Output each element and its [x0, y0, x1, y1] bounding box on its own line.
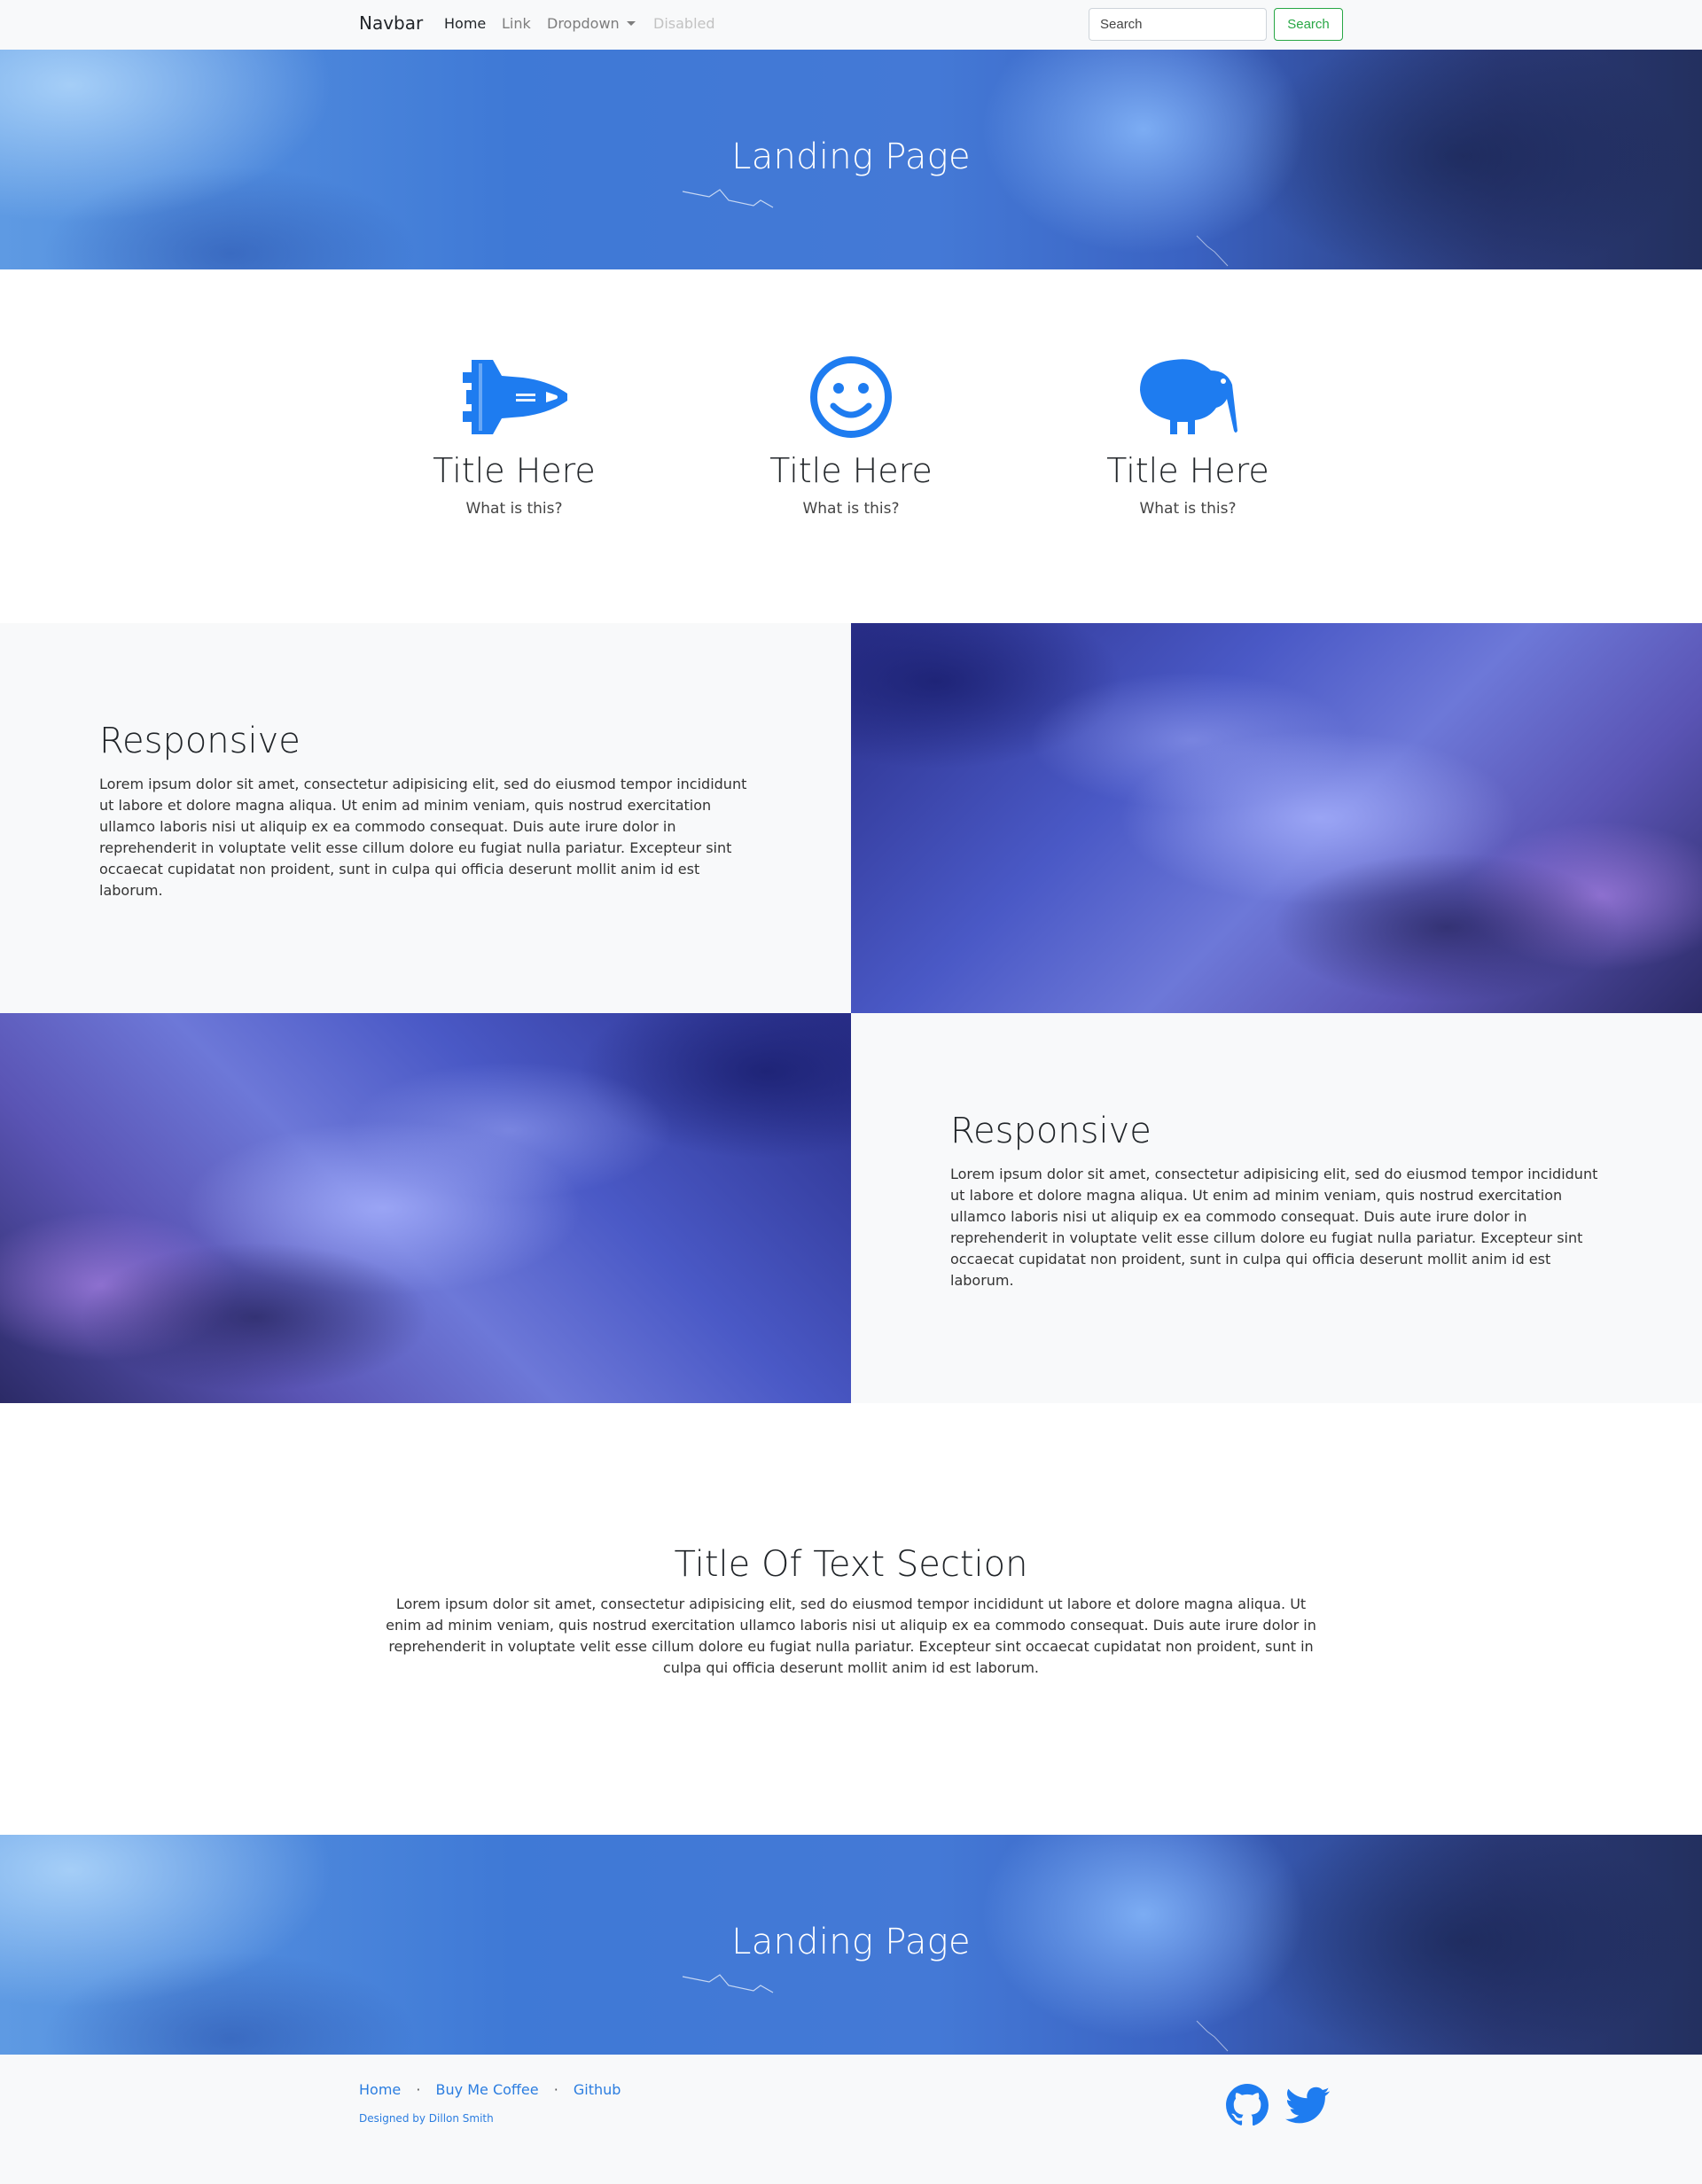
hero-title: Landing Page [731, 136, 971, 177]
split-body: Lorem ipsum dolor sit amet, consectetur … [99, 776, 747, 899]
feature-text: What is this? [1139, 500, 1237, 518]
footer-separator: · [553, 2081, 558, 2098]
feature-text: What is this? [465, 500, 563, 518]
split-heading: Responsive [99, 721, 301, 761]
split-section-1: Responsive Lorem ipsum dolor sit amet, c… [0, 623, 1702, 1013]
split-text-panel: Responsive Lorem ipsum dolor sit amet, c… [0, 623, 851, 1013]
feature-title: Title Here [769, 451, 933, 490]
search-button[interactable]: Search [1274, 8, 1343, 41]
split-section-2: Responsive Lorem ipsum dolor sit amet, c… [0, 1013, 1702, 1403]
footer-links: Home · Buy Me Coffee · Github [359, 2081, 621, 2098]
nav-link-disabled: Disabled [653, 15, 715, 32]
text-section-body: Lorem ipsum dolor sit amet, consectetur … [386, 1595, 1316, 1676]
footer-link-buy-me-coffee[interactable]: Buy Me Coffee [436, 2081, 539, 2098]
split-heading: Responsive [950, 1111, 1152, 1151]
feature-title: Title Here [433, 451, 596, 490]
github-icon[interactable] [1225, 2083, 1269, 2127]
hero-title: Landing Page [731, 1922, 971, 1962]
footer: Home · Buy Me Coffee · Github Designed b… [0, 2055, 1702, 2184]
twitter-icon[interactable] [1285, 2083, 1330, 2127]
nav-dropdown-label: Dropdown [547, 15, 620, 32]
split-text-panel: Responsive Lorem ipsum dolor sit amet, c… [851, 1013, 1702, 1403]
search-input[interactable] [1089, 8, 1267, 41]
navbar: Navbar Home Link Dropdown Disabled Searc… [0, 0, 1702, 50]
feature-card: Title Here What is this? [1028, 355, 1347, 518]
feature-card: Title Here What is this? [691, 355, 1011, 518]
nav-link-link[interactable]: Link [502, 15, 531, 32]
footer-credit: Designed by Dillon Smith [359, 2112, 494, 2125]
footer-separator: · [416, 2081, 421, 2098]
storm-clouds-image [0, 1013, 851, 1403]
footer-link-github[interactable]: Github [574, 2081, 621, 2098]
footer-link-home[interactable]: Home [359, 2081, 401, 2098]
hero-banner-top: Landing Page [0, 50, 1702, 269]
feature-title: Title Here [1106, 451, 1269, 490]
chevron-down-icon [626, 21, 636, 26]
hero-banner-bottom: Landing Page [0, 1835, 1702, 2055]
smiley-face-icon [810, 356, 892, 438]
nav-link-home[interactable]: Home [444, 15, 486, 32]
nav-dropdown-toggle[interactable]: Dropdown [547, 15, 636, 32]
space-shuttle-icon [463, 360, 567, 434]
kiwi-bird-icon [1140, 359, 1237, 434]
navbar-brand[interactable]: Navbar [359, 12, 423, 34]
storm-clouds-image [851, 623, 1702, 1013]
text-section-title: Title Of Text Section [674, 1544, 1028, 1585]
feature-card: Title Here What is this? [355, 355, 674, 518]
split-body: Lorem ipsum dolor sit amet, consectetur … [950, 1166, 1598, 1289]
feature-text: What is this? [802, 500, 900, 518]
